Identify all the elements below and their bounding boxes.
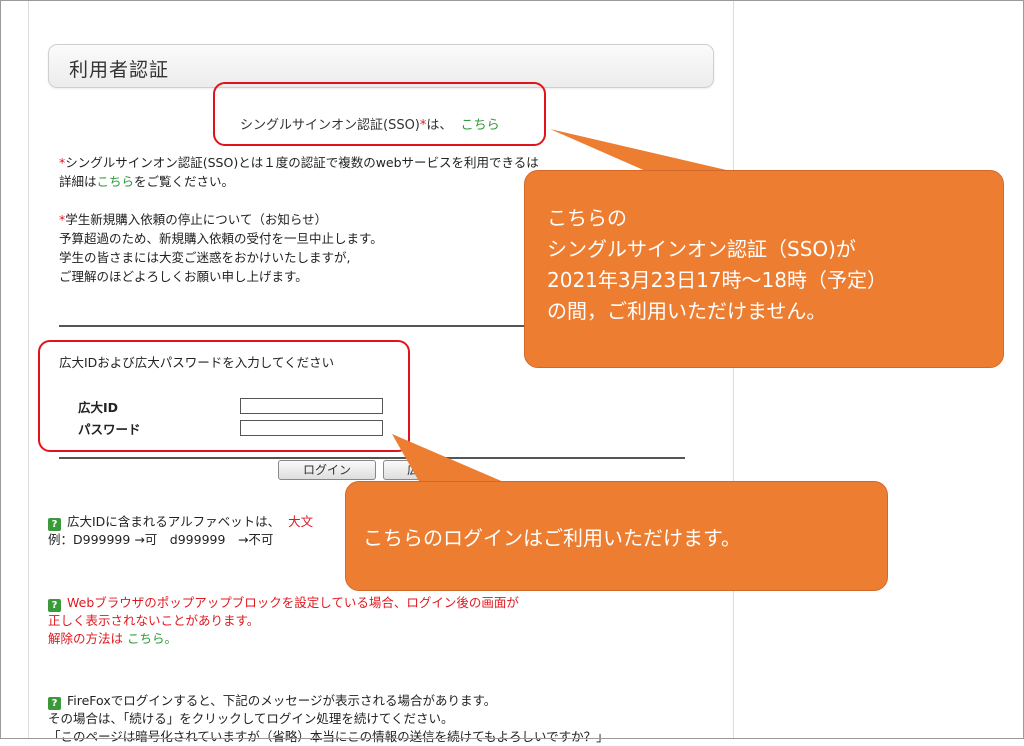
login-callout-tail [392,434,506,483]
callout-tails [392,129,735,483]
sso-callout-tail [550,129,735,172]
callout-line: 2021年3月23日17時～18時（予定） [547,268,887,292]
sso-callout: こちらの シングルサインオン認証（SSO)が 2021年3月23日17時～18時… [524,170,1004,368]
callout-line: の間，ご利用いただけません。 [547,299,827,323]
callout-line: こちらのログインはご利用いただけます。 [363,526,741,550]
login-callout: こちらのログインはご利用いただけます。 [345,481,888,591]
callout-line: こちらの [547,206,627,230]
callout-line: シングルサインオン認証（SSO)が [547,237,856,261]
